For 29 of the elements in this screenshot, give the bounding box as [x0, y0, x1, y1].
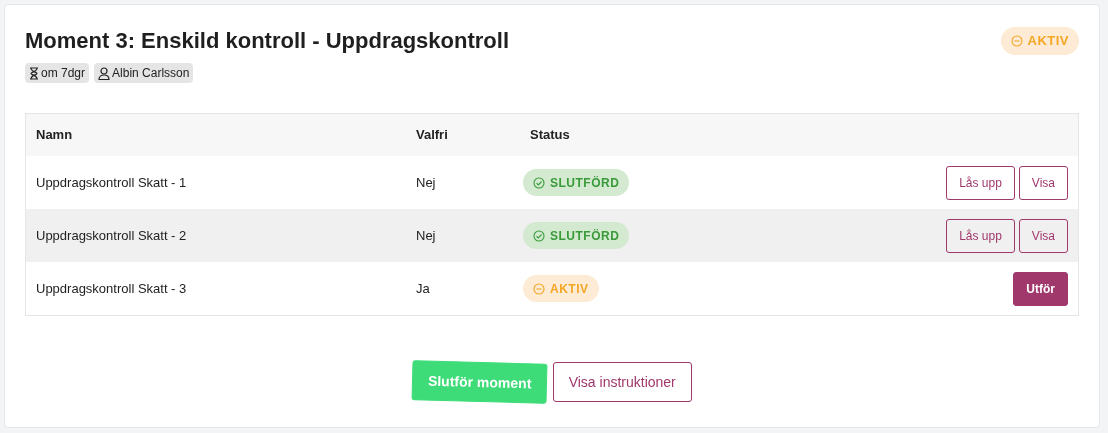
table-cell-text: Uppdragskontroll Skatt - 2	[35, 226, 188, 245]
column-header: Status	[529, 126, 571, 145]
table-cell-text: Uppdragskontroll Skatt - 3	[35, 279, 188, 298]
minus-circle-icon	[533, 282, 545, 295]
minus-circle-icon	[1010, 35, 1023, 47]
table-cell-text: Nej	[415, 173, 437, 192]
column-header: Namn	[35, 126, 74, 145]
status-badge: SLUTFÖRD	[523, 222, 630, 249]
person-icon	[98, 66, 111, 80]
instructions-button[interactable]: Visa instruktioner	[552, 362, 692, 402]
table-cell-text: Nej	[415, 226, 437, 245]
status-badge: AKTIV	[523, 275, 599, 302]
row-action-button[interactable]: Lås upp	[946, 218, 1015, 253]
check-circle-icon	[533, 229, 545, 242]
info-chip: om 7dgr	[25, 63, 90, 83]
status-badge: SLUTFÖRD	[523, 169, 630, 196]
column-header: Valfri	[415, 126, 449, 145]
row-action-button[interactable]: Utför	[1013, 271, 1068, 306]
check-circle-icon	[533, 176, 545, 189]
row-action-button[interactable]: Visa	[1018, 165, 1068, 200]
row-action-button[interactable]: Lås upp	[946, 165, 1015, 200]
status-badge: AKTIV	[1000, 27, 1079, 55]
table-cell-text: Ja	[415, 279, 431, 298]
page-title: Moment 3: Enskild kontroll - Uppdragskontroll	[25, 27, 510, 55]
info-chip: Albin Carlsson	[94, 63, 194, 83]
hourglass-icon	[29, 66, 39, 80]
table-row[interactable]: Uppdragskontroll Skatt - 2 Nej SLUTFÖRD Lås upp Visa	[26, 209, 1078, 262]
row-action-button[interactable]: Visa	[1018, 218, 1068, 253]
table-cell-text: Uppdragskontroll Skatt - 1	[35, 173, 188, 192]
